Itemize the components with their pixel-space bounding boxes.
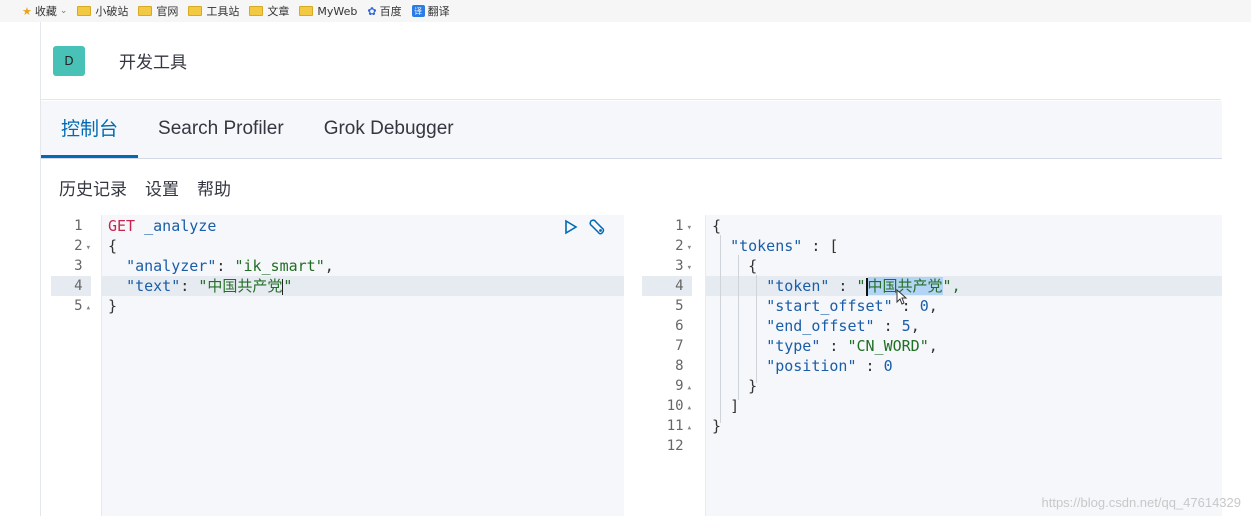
tab-search-profiler[interactable]: Search Profiler	[138, 100, 304, 158]
fold-up-icon: ▴	[686, 423, 692, 433]
response-viewer[interactable]: 1 ▾ 2 ▾ 3 ▾ 4 5 6 7 8 9 ▴ 10 ▴ 11 ▴ 12 { "toke…	[642, 215, 1222, 516]
bookmark-label: 百度	[379, 5, 402, 18]
folder-icon	[77, 6, 92, 16]
line-number: 4	[51, 276, 91, 296]
fold-up-icon: ▴	[686, 403, 692, 413]
line-number: 4	[642, 276, 692, 296]
bookmark-baidu[interactable]: ✿ 百度	[367, 3, 401, 19]
history-link[interactable]: 历史记录	[59, 175, 127, 200]
page-title: 开发工具	[119, 53, 187, 73]
response-code[interactable]: { "tokens" : [ { "token" : " 中国共产党", "sta…	[706, 215, 1222, 516]
code-line: {	[748, 257, 758, 275]
code-line: "token" : " 中国共产党",	[766, 277, 961, 296]
code-line: "text": "中国共产党"	[126, 277, 293, 295]
request-editor[interactable]: 1 2 ▾ 3 4 5 ▴ GET _analyze { "analyzer": "…	[51, 215, 624, 516]
bookmark-label: 翻译	[427, 5, 450, 18]
fold-down-icon: ▾	[85, 243, 91, 253]
bookmark-label: MyWeb	[317, 4, 358, 18]
bookmark-label: 官网	[156, 5, 179, 18]
folder-icon	[249, 6, 264, 16]
code-line: "end_offset" : 5,	[766, 317, 920, 335]
line-number: 3	[74, 258, 83, 274]
line-number: 6	[675, 318, 684, 334]
code-line: ]	[730, 397, 740, 415]
line-number: 2 ▾	[675, 238, 692, 254]
folder-icon	[138, 6, 153, 16]
bookmark-label: 收藏	[34, 5, 57, 18]
code-line: "tokens" : [	[730, 237, 839, 255]
line-number: 8	[675, 358, 684, 374]
request-code[interactable]: GET _analyze { "analyzer": "ik_smart", "…	[102, 215, 624, 516]
fold-up-icon: ▴	[686, 383, 692, 393]
bookmark-folder[interactable]: 文章	[249, 3, 289, 19]
folder-icon	[188, 6, 203, 16]
app-icon[interactable]: D	[53, 45, 85, 76]
line-number: 5	[675, 298, 684, 314]
line-number: 1	[74, 218, 83, 234]
line-gutter: 1 2 ▾ 3 4 5 ▴	[51, 215, 102, 516]
dev-tools-app: D 开发工具 控制台 Search Profiler Grok Debugger…	[40, 22, 1222, 516]
tabs-bar: 控制台 Search Profiler Grok Debugger	[41, 101, 1222, 159]
translate-icon: 译	[411, 5, 425, 17]
help-link[interactable]: 帮助	[197, 175, 231, 200]
code-line: GET _analyze	[108, 217, 217, 235]
line-number: 12	[666, 438, 684, 454]
bookmark-folder[interactable]: MyWeb	[299, 5, 357, 18]
line-number: 9 ▴	[675, 378, 692, 394]
line-number: 1 ▾	[675, 218, 692, 234]
folder-icon	[299, 6, 314, 16]
line-gutter: 1 ▾ 2 ▾ 3 ▾ 4 5 6 7 8 9 ▴ 10 ▴ 11 ▴ 12	[642, 215, 706, 516]
fold-down-icon: ▾	[686, 263, 692, 273]
code-line: "position" : 0	[766, 357, 893, 375]
wrench-icon[interactable]	[588, 218, 606, 236]
mouse-pointer-icon	[896, 289, 908, 305]
star-icon: ★	[22, 4, 32, 18]
bookmark-label: 工具站	[206, 5, 240, 18]
watermark: https://blog.csdn.net/qq_47614329	[1041, 495, 1242, 510]
bookmark-translate[interactable]: 译 翻译	[411, 3, 450, 19]
line-number: 5 ▴	[74, 298, 91, 314]
fold-down-icon: ▾	[686, 223, 692, 233]
bookmark-folder[interactable]: 官网	[138, 3, 178, 19]
code-line: {	[712, 217, 722, 235]
console-toolbar: 历史记录 设置 帮助	[41, 159, 1222, 215]
fold-up-icon: ▴	[85, 303, 91, 313]
bookmark-label: 文章	[267, 5, 290, 18]
code-line: "type" : "CN_WORD",	[766, 337, 938, 355]
bookmarks-bar: ★ 收藏 ⌄ 小破站 官网 工具站 文章 MyWeb ✿ 百度 译 翻译	[0, 0, 1251, 22]
tab-grok-debugger[interactable]: Grok Debugger	[304, 100, 474, 158]
bookmark-label: 小破站	[95, 5, 129, 18]
line-number: 10 ▴	[666, 398, 692, 414]
play-icon[interactable]	[562, 218, 580, 236]
code-line: "analyzer": "ik_smart",	[126, 257, 334, 275]
bookmark-folder[interactable]: 工具站	[188, 3, 239, 19]
code-line: }	[712, 417, 722, 435]
line-number: 7	[675, 338, 684, 354]
bookmark-favorites[interactable]: ★ 收藏 ⌄	[22, 3, 67, 19]
code-line: }	[108, 297, 118, 315]
tab-console[interactable]: 控制台	[41, 100, 139, 158]
settings-link[interactable]: 设置	[145, 175, 179, 200]
code-line: {	[108, 237, 118, 255]
app-header: D 开发工具	[41, 22, 1221, 100]
line-number: 2 ▾	[74, 238, 91, 254]
fold-down-icon: ▾	[686, 243, 692, 253]
baidu-icon: ✿	[367, 4, 377, 18]
bookmark-folder[interactable]: 小破站	[77, 3, 128, 19]
line-number: 3 ▾	[675, 258, 692, 274]
chevron-down-icon: ⌄	[59, 6, 68, 16]
request-actions	[562, 218, 606, 236]
code-line: }	[748, 377, 758, 395]
line-number: 11 ▴	[666, 418, 692, 434]
